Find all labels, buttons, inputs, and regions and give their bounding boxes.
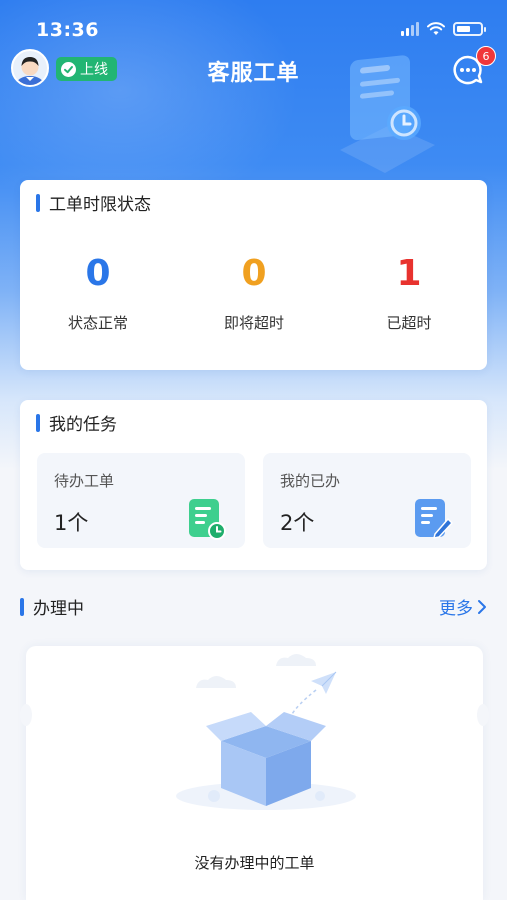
cellular-signal-icon xyxy=(401,22,419,36)
stat-value: 0 xyxy=(85,253,111,294)
card-title-text: 工单时限状态 xyxy=(49,195,151,215)
stat-value: 1 xyxy=(396,253,422,294)
more-link[interactable]: 更多 xyxy=(439,594,487,619)
status-icons xyxy=(401,22,486,36)
stat-label: 状态正常 xyxy=(67,314,128,332)
message-count-badge: 6 xyxy=(476,46,496,66)
title-accent-bar xyxy=(36,413,40,432)
document-clock-illustration-icon xyxy=(340,55,435,173)
deadline-status-card: 工单时限状态 0 状态正常 0 即将超时 1 已超时 xyxy=(20,180,487,370)
title-accent-bar xyxy=(36,193,40,212)
section-title-text: 办理中 xyxy=(33,599,84,619)
in-progress-section-header: 办理中 更多 xyxy=(20,592,487,619)
title-accent-bar xyxy=(20,597,24,616)
completed-orders-tile[interactable]: 我的已办 2个 xyxy=(263,453,471,548)
pending-doc-icon xyxy=(189,499,226,540)
empty-state-text: 没有办理中的工单 xyxy=(194,854,315,872)
status-time: 13:36 xyxy=(36,19,99,41)
in-progress-list: 没有办理中的工单 xyxy=(20,646,489,900)
wifi-icon xyxy=(427,22,445,35)
card-title: 工单时限状态 xyxy=(36,190,151,215)
stat-label: 即将超时 xyxy=(223,314,284,332)
my-tasks-card: 我的任务 待办工单 1个 我的已办 2个 xyxy=(20,400,487,570)
card-title: 我的任务 xyxy=(36,410,117,435)
pending-orders-tile[interactable]: 待办工单 1个 xyxy=(37,453,245,548)
status-bar: 13:36 xyxy=(0,0,507,44)
tile-value: 1个 xyxy=(54,511,89,535)
stat-timed-out[interactable]: 1 已超时 xyxy=(334,252,484,333)
stat-near-timeout[interactable]: 0 即将超时 xyxy=(179,252,329,333)
chevron-right-icon xyxy=(478,599,486,614)
tile-label: 待办工单 xyxy=(54,472,115,490)
battery-icon xyxy=(453,22,486,36)
empty-box-illustration-icon xyxy=(176,654,356,810)
tile-value: 2个 xyxy=(280,511,315,535)
section-title: 办理中 xyxy=(20,594,84,619)
stat-normal[interactable]: 0 状态正常 xyxy=(23,252,173,333)
card-title-text: 我的任务 xyxy=(49,415,117,435)
stat-value: 0 xyxy=(241,253,267,294)
stat-label: 已超时 xyxy=(386,314,432,332)
more-label: 更多 xyxy=(439,599,473,619)
done-doc-icon xyxy=(415,499,453,539)
tile-label: 我的已办 xyxy=(280,472,341,490)
